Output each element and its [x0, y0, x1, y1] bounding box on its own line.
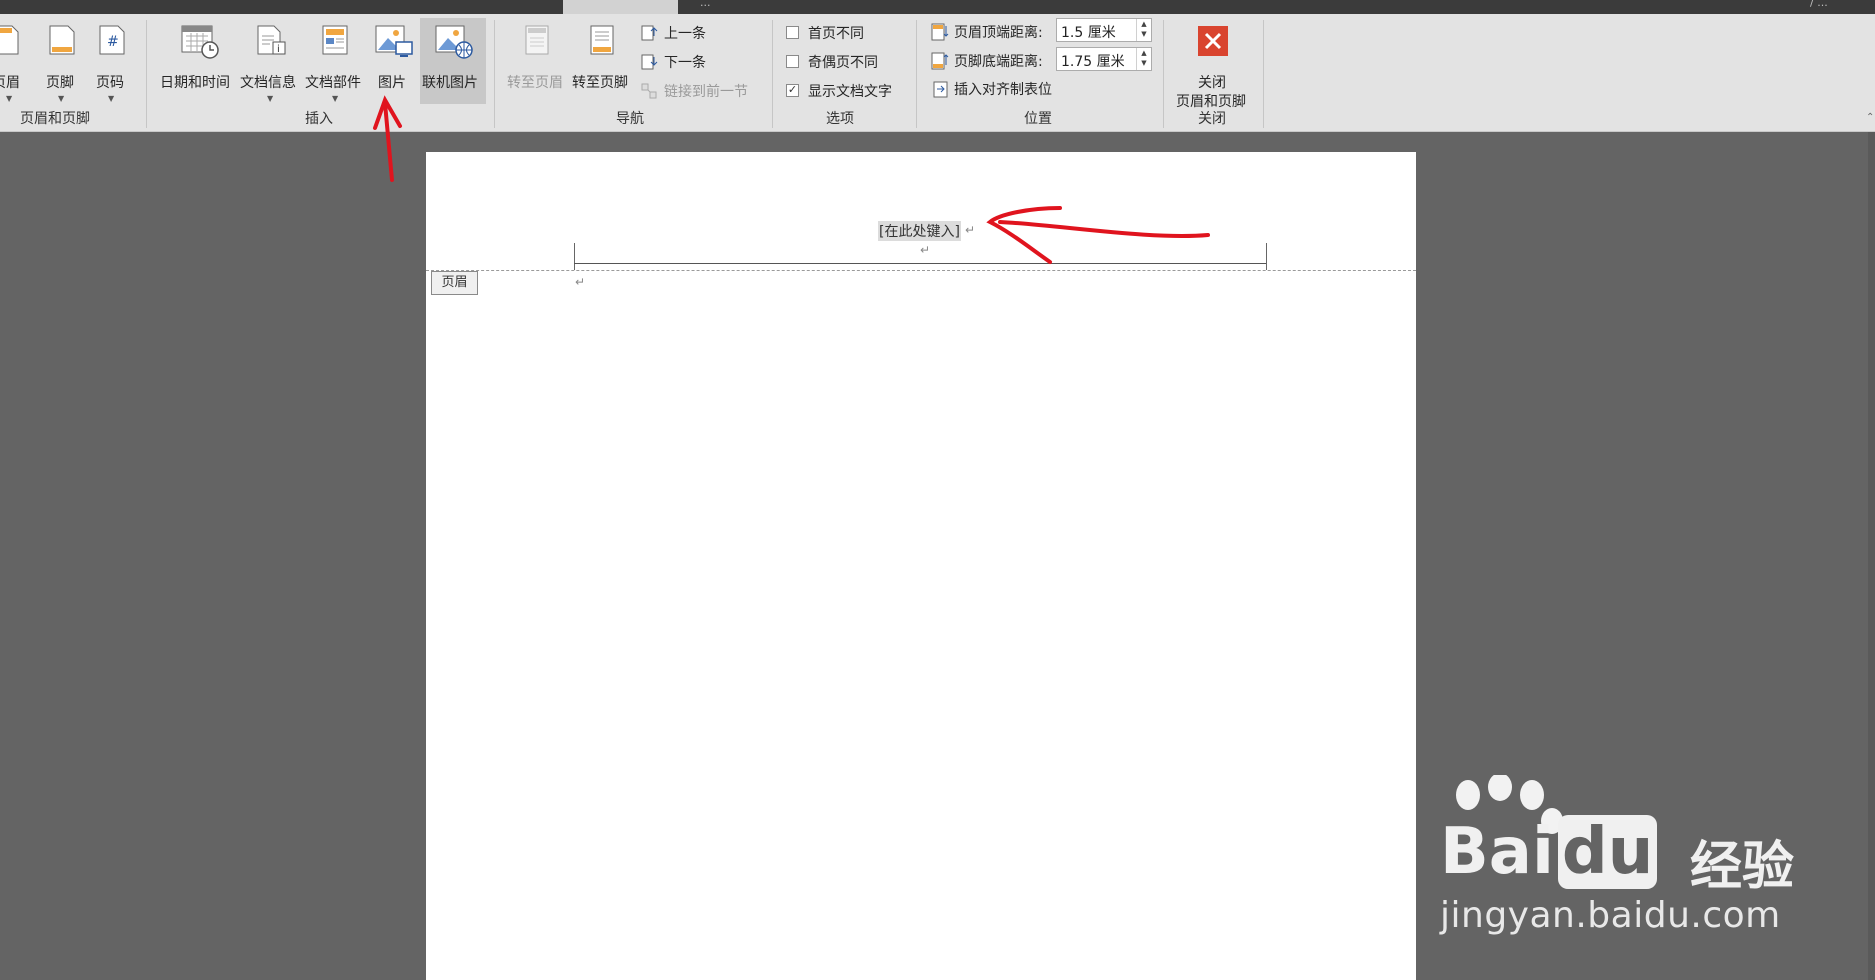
- annotation-arrow-up: [383, 101, 394, 182]
- watermark-brand-cn: 经验: [1690, 837, 1795, 897]
- annotation-arrow-left: [998, 220, 1210, 239]
- watermark-brand-bai: Bai: [1440, 815, 1554, 889]
- watermark-brand: Bai du: [1440, 815, 1658, 889]
- watermark-url: jingyan.baidu.com: [1440, 895, 1781, 936]
- annotation-arrowhead: [986, 206, 1062, 264]
- watermark-brand-du: du: [1557, 815, 1658, 889]
